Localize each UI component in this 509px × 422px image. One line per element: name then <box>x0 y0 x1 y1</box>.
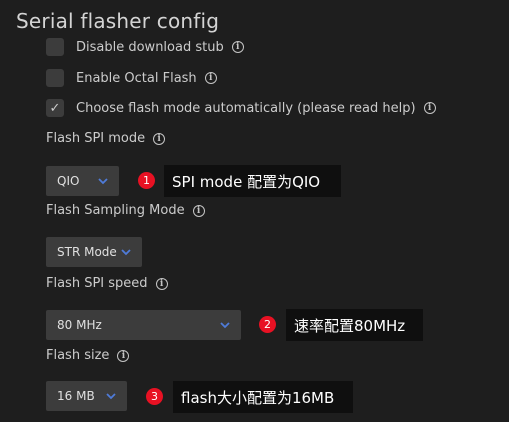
annotation-badge-2: 2 <box>259 316 276 333</box>
chevron-down-icon <box>220 321 230 328</box>
disable-download-stub-row[interactable]: Disable download stub i <box>46 38 244 56</box>
auto-flash-mode-row[interactable]: ✓ Choose flash mode automatically (pleas… <box>46 99 436 117</box>
info-icon[interactable]: i <box>117 349 130 362</box>
flash-spi-speed-heading: Flash SPI speed i <box>46 276 168 291</box>
annotation-callout-2: 速率配置80MHz <box>286 309 423 341</box>
disable-download-stub-label: Disable download stub <box>76 39 224 55</box>
flash-spi-mode-heading: Flash SPI mode i <box>46 131 166 146</box>
annotation-badge-1: 1 <box>138 172 155 189</box>
enable-octal-flash-label: Enable Octal Flash <box>76 70 197 86</box>
info-icon[interactable]: i <box>153 132 166 145</box>
annotation-callout-3: flash大小配置为16MB <box>173 381 353 413</box>
flash-spi-mode-label: Flash SPI mode <box>46 131 146 146</box>
flash-spi-speed-value: 80 MHz <box>57 318 102 332</box>
chevron-down-icon <box>121 248 131 255</box>
info-icon[interactable]: i <box>192 204 205 217</box>
flash-spi-mode-select[interactable]: QIO <box>46 166 119 196</box>
flash-sampling-mode-select[interactable]: STR Mode <box>46 237 142 267</box>
annotation-badge-3: 3 <box>146 388 163 405</box>
info-icon[interactable]: i <box>155 277 168 290</box>
flash-size-value: 16 MB <box>57 389 95 403</box>
flash-sampling-mode-value: STR Mode <box>57 245 117 259</box>
flash-size-heading: Flash size i <box>46 348 130 363</box>
enable-octal-flash-row[interactable]: Enable Octal Flash i <box>46 69 217 87</box>
flash-size-label: Flash size <box>46 348 110 363</box>
info-icon[interactable]: i <box>204 72 217 84</box>
page-title: Serial flasher config <box>16 9 220 33</box>
auto-flash-mode-label: Choose flash mode automatically (please … <box>76 100 416 116</box>
info-icon[interactable]: i <box>423 102 436 114</box>
check-icon: ✓ <box>49 100 61 116</box>
annotation-callout-1: SPI mode 配置为QIO <box>164 165 341 197</box>
flash-spi-speed-select[interactable]: 80 MHz <box>46 310 241 340</box>
info-icon[interactable]: i <box>231 41 244 53</box>
flash-sampling-mode-heading: Flash Sampling Mode i <box>46 203 205 218</box>
flash-sampling-mode-label: Flash Sampling Mode <box>46 203 185 218</box>
flash-size-select[interactable]: 16 MB <box>46 381 127 411</box>
disable-download-stub-checkbox[interactable] <box>46 38 64 56</box>
chevron-down-icon <box>106 392 116 399</box>
flash-spi-mode-value: QIO <box>57 174 80 188</box>
enable-octal-flash-checkbox[interactable] <box>46 69 64 87</box>
auto-flash-mode-checkbox[interactable]: ✓ <box>46 99 64 117</box>
flash-spi-speed-label: Flash SPI speed <box>46 276 148 291</box>
chevron-down-icon <box>98 177 108 184</box>
